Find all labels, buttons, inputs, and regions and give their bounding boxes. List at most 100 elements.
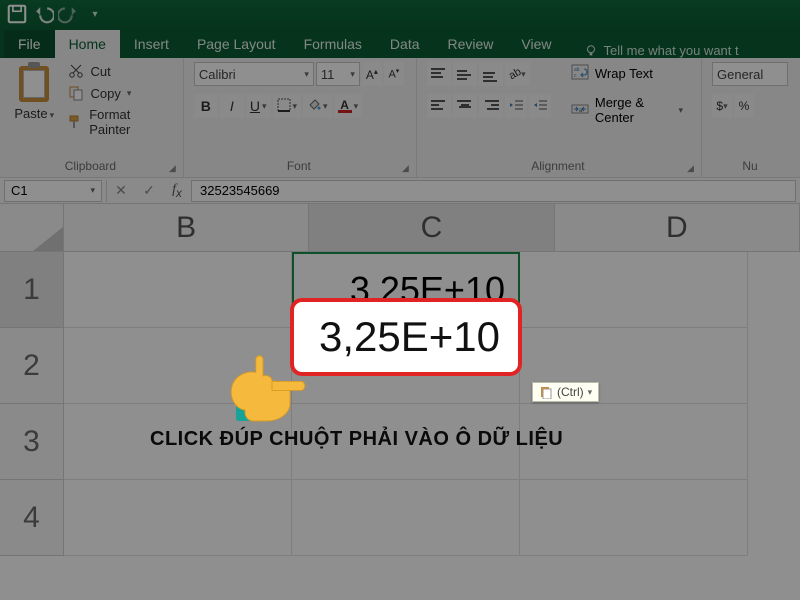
align-top-icon — [431, 68, 447, 80]
align-center-button[interactable] — [453, 94, 477, 118]
wrap-text-button[interactable]: abc Wrap Text — [565, 62, 689, 85]
decrease-indent-icon — [509, 99, 523, 114]
align-middle-icon — [457, 68, 473, 80]
ribbon: Paste▾ Cut Copy ▾ Format Painter — [0, 58, 800, 178]
redo-icon — [58, 3, 80, 25]
x-icon: ✕ — [115, 182, 127, 199]
formula-input[interactable]: 32523545669 — [191, 180, 796, 202]
undo-button[interactable] — [32, 3, 54, 25]
name-box[interactable]: C1▾ — [4, 180, 102, 202]
copy-button[interactable]: Copy ▾ — [65, 84, 171, 102]
align-left-button[interactable] — [427, 94, 451, 118]
increase-indent-button[interactable] — [529, 94, 551, 118]
align-middle-button[interactable] — [453, 62, 477, 86]
row-header-1[interactable]: 1 — [0, 252, 64, 328]
bold-button[interactable]: B — [194, 94, 218, 118]
percent-icon: % — [739, 99, 750, 113]
cell-D4[interactable] — [520, 480, 748, 556]
font-dialog-launcher[interactable]: ◢ — [402, 163, 414, 175]
check-icon: ✓ — [143, 182, 155, 199]
align-bottom-icon — [483, 68, 499, 80]
tab-page-layout[interactable]: Page Layout — [183, 30, 290, 58]
align-bottom-button[interactable] — [479, 62, 503, 86]
annotation-caption: CLICK ĐÚP CHUỘT PHẢI VÀO Ô DỮ LIỆU — [150, 428, 563, 451]
save-button[interactable] — [6, 3, 28, 25]
lightbulb-icon — [584, 44, 598, 58]
annotation-highlight-box: 3,25E+10 — [290, 298, 522, 376]
quick-access-toolbar: ▾ — [0, 0, 800, 28]
currency-icon: $ — [716, 99, 723, 113]
align-left-icon — [431, 100, 447, 112]
group-number: General $▾ % Nu — [702, 58, 800, 177]
orientation-button[interactable]: ab▾ — [505, 62, 530, 86]
tab-home[interactable]: Home — [55, 30, 120, 58]
increase-indent-icon — [533, 99, 547, 114]
decrease-font-button[interactable]: A▾ — [384, 62, 404, 86]
tell-me[interactable]: Tell me what you want t — [584, 43, 739, 58]
column-header-D[interactable]: D — [555, 204, 800, 252]
accounting-format-button[interactable]: $▾ — [712, 94, 732, 118]
align-top-button[interactable] — [427, 62, 451, 86]
column-header-B[interactable]: B — [64, 204, 309, 252]
format-painter-button[interactable]: Format Painter — [65, 106, 171, 138]
number-format-combo[interactable]: General — [712, 62, 788, 86]
paste-label[interactable]: Paste▾ — [14, 106, 54, 121]
wrap-text-icon: abc — [571, 64, 589, 83]
fill-color-button[interactable]: ▾ — [303, 94, 332, 118]
pointing-hand-icon — [218, 340, 308, 435]
borders-button[interactable]: ▾ — [273, 94, 302, 118]
group-label-clipboard: Clipboard — [10, 159, 171, 175]
cancel-formula-button[interactable]: ✕ — [107, 180, 135, 202]
percent-format-button[interactable]: % — [734, 94, 754, 118]
tab-formulas[interactable]: Formulas — [290, 30, 376, 58]
paste-options-chip[interactable]: (Ctrl)▾ — [532, 382, 599, 402]
row-header-2[interactable]: 2 — [0, 328, 64, 404]
column-header-C[interactable]: C — [309, 204, 554, 252]
merge-center-button[interactable]: a Merge & Center▾ — [565, 93, 689, 127]
row-header-3[interactable]: 3 — [0, 404, 64, 480]
worksheet-grid[interactable]: B C D 1 2 3 4 3,25E+10 — [0, 204, 800, 600]
paste-button[interactable] — [15, 62, 53, 104]
underline-icon: U — [250, 98, 260, 114]
merge-icon: a — [571, 101, 589, 120]
paintbrush-icon — [67, 114, 84, 130]
tab-data[interactable]: Data — [376, 30, 434, 58]
decrease-font-icon: A▾ — [388, 67, 399, 81]
font-color-button[interactable]: A▾ — [334, 94, 363, 118]
qat-customize[interactable]: ▾ — [84, 3, 106, 25]
underline-button[interactable]: U▾ — [246, 94, 271, 118]
group-label-alignment: Alignment — [427, 159, 689, 175]
group-label-number: Nu — [712, 159, 788, 175]
align-right-button[interactable] — [479, 94, 503, 118]
fx-icon: fx — [172, 182, 182, 200]
cell-D1[interactable] — [520, 252, 748, 328]
enter-formula-button[interactable]: ✓ — [135, 180, 163, 202]
font-color-icon: A — [338, 100, 352, 113]
tab-file[interactable]: File — [4, 30, 55, 58]
cell-B4[interactable] — [64, 480, 292, 556]
cell-B1[interactable] — [64, 252, 292, 328]
decrease-indent-button[interactable] — [505, 94, 527, 118]
tab-view[interactable]: View — [507, 30, 565, 58]
insert-function-button[interactable]: fx — [163, 180, 191, 202]
increase-font-button[interactable]: A▴ — [362, 62, 382, 86]
italic-icon: I — [230, 98, 234, 114]
row-header-4[interactable]: 4 — [0, 480, 64, 556]
italic-button[interactable]: I — [220, 94, 244, 118]
formula-bar: C1▾ ✕ ✓ fx 32523545669 — [0, 178, 800, 204]
font-name-combo[interactable]: Calibri▾ — [194, 62, 314, 86]
increase-font-icon: A▴ — [366, 67, 378, 82]
ribbon-tabbar: File Home Insert Page Layout Formulas Da… — [0, 28, 800, 58]
select-all-triangle[interactable] — [0, 204, 64, 252]
alignment-dialog-launcher[interactable]: ◢ — [687, 163, 699, 175]
fill-bucket-icon — [307, 98, 321, 115]
cut-button[interactable]: Cut — [65, 62, 171, 80]
tab-review[interactable]: Review — [434, 30, 508, 58]
redo-button[interactable] — [58, 3, 80, 25]
font-size-combo[interactable]: 11▾ — [316, 62, 360, 86]
clipboard-dialog-launcher[interactable]: ◢ — [169, 163, 181, 175]
group-label-font: Font — [194, 159, 404, 175]
tab-insert[interactable]: Insert — [120, 30, 183, 58]
bold-icon: B — [201, 98, 211, 114]
cell-C4[interactable] — [292, 480, 520, 556]
